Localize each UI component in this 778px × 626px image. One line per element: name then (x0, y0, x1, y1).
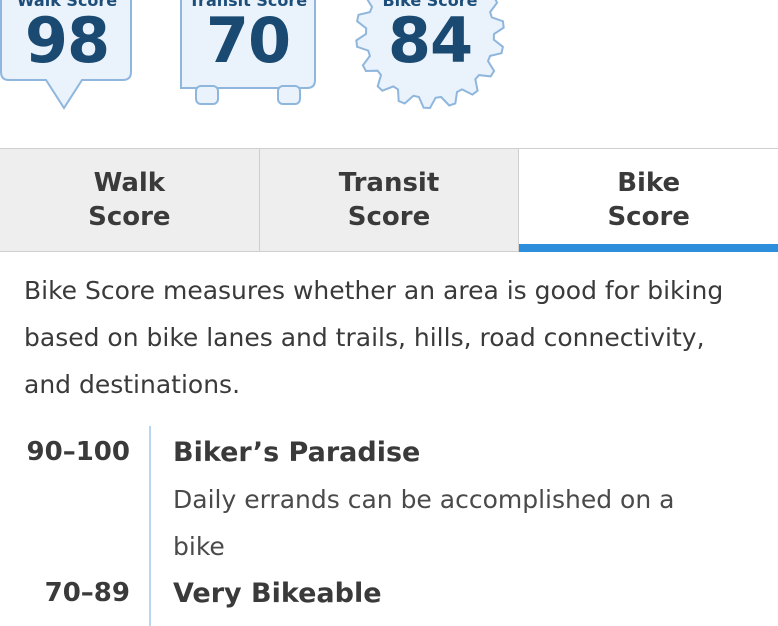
tab-bike-score[interactable]: Bike Score (519, 149, 778, 252)
tab-transit-score-line2: Score (347, 202, 431, 232)
transit-score-badge[interactable]: Transit Score 70 (178, 0, 318, 108)
range-title: Very Bikeable (173, 578, 382, 609)
tab-bike-score-line2: Score (607, 202, 690, 232)
tab-walk-score-label: Walk Score (49, 166, 209, 234)
range-body: Biker’s Paradise Daily errands can be ac… (173, 429, 733, 570)
walk-score-value: 98 (24, 4, 110, 77)
range-value: 90–100 (26, 437, 130, 467)
tab-walk-score-line2: Score (88, 202, 171, 232)
range-body: Very Bikeable (173, 570, 733, 617)
range-divider (149, 426, 151, 626)
tab-walk-score[interactable]: Walk Score (0, 149, 260, 251)
range-title: Biker’s Paradise (173, 437, 421, 468)
range-description: Daily errands can be accomplished on a b… (173, 485, 675, 561)
transit-score-value: 70 (205, 4, 291, 77)
bike-score-value: 84 (387, 4, 473, 77)
tab-transit-score-label: Transit Score (309, 166, 469, 234)
bike-score-badge[interactable]: Bike Score 84 (352, 0, 508, 110)
walk-score-badge[interactable]: Walk Score 98 (0, 0, 134, 112)
tab-bike-score-line1: Bike (617, 168, 681, 198)
tab-walk-score-line1: Walk (93, 168, 166, 198)
score-badges: Walk Score 98 Transit Score 70 Bike Scor… (0, 0, 778, 130)
bike-score-description: Bike Score measures whether an area is g… (24, 276, 724, 399)
tab-transit-score[interactable]: Transit Score (259, 149, 520, 251)
score-tabs: Walk Score Transit Score Bike Score (0, 148, 778, 252)
tab-bike-score-label: Bike Score (569, 166, 729, 234)
tab-transit-score-line1: Transit (338, 168, 440, 198)
range-value: 70–89 (44, 578, 130, 608)
